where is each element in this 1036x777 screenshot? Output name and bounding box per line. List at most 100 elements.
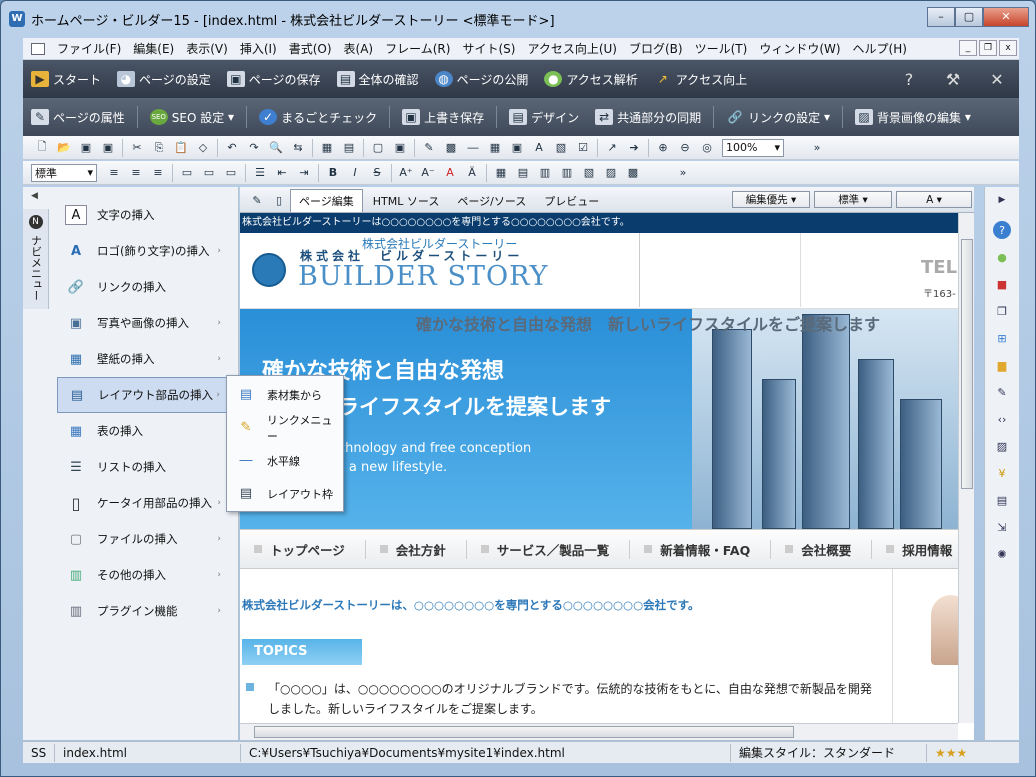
edit-priority-select[interactable]: 編集優先 ▾ bbox=[732, 191, 810, 208]
menu-view[interactable]: 表示(V) bbox=[180, 40, 234, 57]
block2-icon[interactable]: ▭ bbox=[200, 164, 218, 182]
page-attributes-button[interactable]: ✎ ページの属性 bbox=[23, 109, 133, 126]
page-canvas[interactable]: 株式会社ビルダーストーリーは○○○○○○○○を専門とする○○○○○○○○会社です… bbox=[240, 213, 958, 723]
maximize-button[interactable]: ▢ bbox=[955, 7, 983, 27]
copy-window-icon[interactable]: ❐ bbox=[993, 302, 1011, 320]
zoom-select[interactable]: 100% ▾ bbox=[722, 138, 784, 157]
layout-list-icon[interactable]: ▤ bbox=[993, 491, 1011, 509]
pencil-icon[interactable]: ✎ bbox=[420, 139, 438, 157]
mdi-close-button[interactable]: x bbox=[999, 40, 1017, 56]
settings-icon[interactable]: ✺ bbox=[993, 545, 1011, 563]
tab-page-edit[interactable]: ページ編集 bbox=[290, 189, 363, 212]
align-right-icon[interactable]: ≡ bbox=[149, 164, 167, 182]
mdi-minimize-button[interactable]: _ bbox=[959, 40, 977, 56]
site-nav-recruit[interactable]: 採用情報 bbox=[872, 540, 958, 559]
undo-icon[interactable]: ↶ bbox=[223, 139, 241, 157]
help-circle-icon[interactable]: ? bbox=[993, 221, 1011, 239]
table-merge-icon[interactable]: ▧ bbox=[580, 164, 598, 182]
block-icon[interactable]: ▭ bbox=[178, 164, 196, 182]
site-nav-policy[interactable]: 会社方針 bbox=[366, 539, 467, 559]
table-grid-icon[interactable]: ▦ bbox=[492, 164, 510, 182]
menu-access[interactable]: アクセス向上(U) bbox=[521, 40, 623, 57]
check-icon[interactable]: ☑ bbox=[574, 139, 592, 157]
menu-frame[interactable]: フレーム(R) bbox=[379, 40, 456, 57]
table-split-icon[interactable]: ▨ bbox=[602, 164, 620, 182]
horizontal-scroll-thumb[interactable] bbox=[254, 726, 794, 738]
strike-icon[interactable]: S bbox=[368, 164, 386, 182]
nav-insert-table[interactable]: ▦ 表の挿入 bbox=[57, 413, 235, 449]
nav-insert-link[interactable]: 🔗 リンクの挿入 bbox=[57, 269, 235, 305]
help-icon[interactable]: ? bbox=[887, 70, 931, 89]
redo-icon[interactable]: ↷ bbox=[245, 139, 263, 157]
site-nav-services[interactable]: サービス／製品一覧 bbox=[467, 539, 631, 559]
tab-page-source[interactable]: ページ/ソース bbox=[449, 190, 534, 212]
font-color-icon[interactable]: A bbox=[441, 164, 459, 182]
document-icon[interactable] bbox=[31, 42, 45, 55]
view-style-select[interactable]: 標準 ▾ bbox=[814, 191, 892, 208]
form-icon[interactable]: ▣ bbox=[508, 139, 526, 157]
copy-icon[interactable]: ⎘ bbox=[150, 139, 168, 157]
external-icon[interactable]: ↗ bbox=[603, 139, 621, 157]
more-tools-icon[interactable]: » bbox=[808, 139, 826, 157]
overwrite-save-button[interactable]: ▣ 上書き保存 bbox=[394, 109, 492, 126]
menu-window[interactable]: ウィンドウ(W) bbox=[753, 40, 846, 57]
code-icon[interactable]: ‹› bbox=[993, 410, 1011, 428]
site-nav-about[interactable]: 会社概要 bbox=[771, 539, 873, 559]
nav-insert-other[interactable]: ▥ その他の挿入 › bbox=[57, 557, 235, 593]
logo-text-icon[interactable]: ▧ bbox=[552, 139, 570, 157]
menu-edit[interactable]: 編集(E) bbox=[127, 40, 180, 57]
table-cell-icon[interactable]: ▤ bbox=[514, 164, 532, 182]
bg-image-edit-button[interactable]: ▨ 背景画像の編集 ▾ bbox=[847, 109, 979, 126]
insert-part-icon[interactable]: ▤ bbox=[340, 139, 358, 157]
submenu-layout-frame[interactable]: ▤ レイアウト枠 bbox=[227, 477, 343, 510]
hr-icon[interactable]: ― bbox=[464, 139, 482, 157]
site-map-icon[interactable]: ⊞ bbox=[993, 329, 1011, 347]
page-icon[interactable]: ▯ bbox=[270, 191, 288, 209]
overview-button[interactable]: ▤ 全体の確認 bbox=[329, 71, 427, 88]
folder-icon[interactable]: ▆ bbox=[993, 356, 1011, 374]
collapse-left-icon[interactable]: ◀ bbox=[31, 191, 38, 201]
align-center-icon[interactable]: ≡ bbox=[127, 164, 145, 182]
outdent-icon[interactable]: ⇤ bbox=[273, 164, 291, 182]
tools-icon[interactable]: ⚒ bbox=[931, 70, 975, 89]
table-row-icon[interactable]: ▥ bbox=[536, 164, 554, 182]
publish-button[interactable]: ◍ ページの公開 bbox=[427, 71, 537, 88]
yen-icon[interactable]: ¥ bbox=[993, 464, 1011, 482]
zoom-reset-icon[interactable]: ◎ bbox=[698, 139, 716, 157]
seo-settings-button[interactable]: SEO SEO 設定 ▾ bbox=[142, 109, 242, 126]
minimize-button[interactable]: – bbox=[927, 7, 955, 27]
nav-insert-image[interactable]: ▣ 写真や画像の挿入 › bbox=[57, 305, 235, 341]
menu-site[interactable]: サイト(S) bbox=[456, 40, 521, 57]
tab-html-source[interactable]: HTML ソース bbox=[365, 190, 448, 212]
export-icon[interactable]: ⇲ bbox=[993, 518, 1011, 536]
bold-icon[interactable]: B bbox=[324, 164, 342, 182]
material-icon[interactable]: ■ bbox=[993, 275, 1011, 293]
photo-icon[interactable]: ▩ bbox=[442, 139, 460, 157]
menu-format[interactable]: 書式(O) bbox=[283, 40, 338, 57]
nav-insert-wallpaper[interactable]: ▦ 壁紙の挿入 › bbox=[57, 341, 235, 377]
find-icon[interactable]: 🔍 bbox=[267, 139, 285, 157]
zoom-out-icon[interactable]: ⊖ bbox=[676, 139, 694, 157]
submenu-horizontal-line[interactable]: ― 水平線 bbox=[227, 444, 343, 477]
block3-icon[interactable]: ▭ bbox=[222, 164, 240, 182]
page-settings-button[interactable]: ◕ ページの設定 bbox=[109, 71, 219, 88]
text-icon[interactable]: A bbox=[530, 139, 548, 157]
table-col-icon[interactable]: ▥ bbox=[558, 164, 576, 182]
font-smaller-icon[interactable]: A⁻ bbox=[419, 164, 437, 182]
vertical-scroll-thumb[interactable] bbox=[961, 239, 973, 489]
menu-blog[interactable]: ブログ(B) bbox=[623, 40, 689, 57]
font-style-icon[interactable]: Ä bbox=[463, 164, 481, 182]
align-left-icon[interactable]: ≡ bbox=[105, 164, 123, 182]
paste-icon[interactable]: 📋 bbox=[172, 139, 190, 157]
font-larger-icon[interactable]: A⁺ bbox=[397, 164, 415, 182]
nav-insert-list[interactable]: ☰ リストの挿入 bbox=[57, 449, 235, 485]
image-icon[interactable]: ▨ bbox=[993, 437, 1011, 455]
site-nav-top[interactable]: トップページ bbox=[240, 539, 366, 559]
access-improve-button[interactable]: ↗ アクセス向上 bbox=[646, 71, 755, 88]
save-page-button[interactable]: ▣ ページの保存 bbox=[219, 71, 329, 88]
menu-insert[interactable]: 挿入(I) bbox=[234, 40, 283, 57]
start-button[interactable]: ▶ スタート bbox=[23, 71, 109, 88]
nav-insert-layout-part[interactable]: ▤ レイアウト部品の挿入 › bbox=[57, 377, 235, 413]
table-style-icon[interactable]: ▩ bbox=[624, 164, 642, 182]
link-settings-button[interactable]: 🔗 リンクの設定 ▾ bbox=[718, 109, 838, 126]
